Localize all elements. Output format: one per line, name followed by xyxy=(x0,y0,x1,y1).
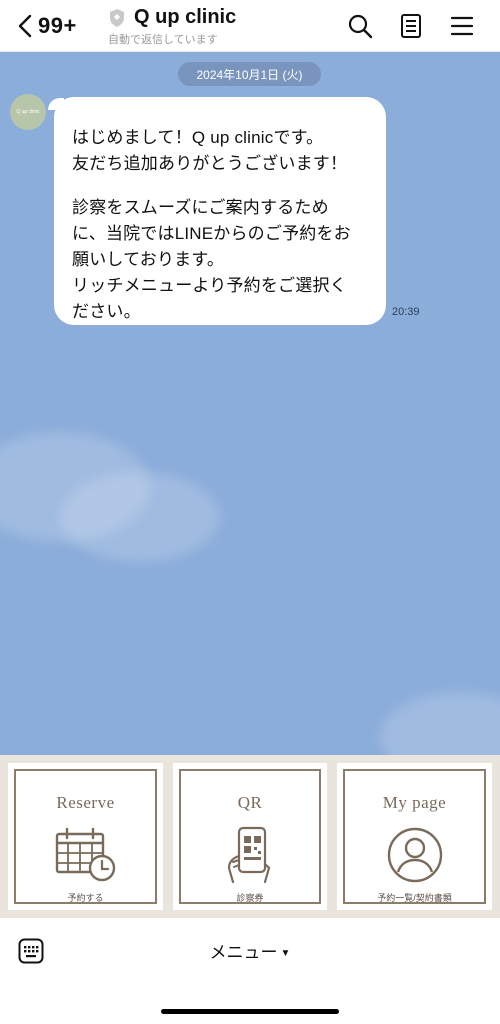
auto-reply-status: 自動で返信しています xyxy=(108,34,218,46)
mypage-button[interactable]: My page 予約一覧/契約書類 xyxy=(337,763,492,910)
message-line: ださい。 xyxy=(72,302,141,321)
message-line: 願いしております。 xyxy=(72,250,225,269)
message-line: リッチメニューより予約をご選択く xyxy=(72,276,347,295)
message-line: はじめまして！Q up clinicです。 xyxy=(72,128,324,147)
user-circle-icon xyxy=(387,827,442,883)
reserve-title: Reserve xyxy=(56,793,115,812)
search-icon xyxy=(348,14,373,39)
menu-toggle-label: メニュー xyxy=(209,943,278,962)
message-line: に、当院ではLINEからのご予約をお xyxy=(72,224,351,243)
avatar-label: Q up clinic xyxy=(16,109,40,115)
chat-area[interactable]: 2024年10月1日 (火) Q up clinic はじめまして！Q up c… xyxy=(0,52,500,755)
reserve-frame: Reserve 予約する xyxy=(14,769,157,904)
verified-shield-icon xyxy=(110,8,124,27)
message-line: 診察をスムーズにご案内するため xyxy=(72,198,329,217)
unread-count: 99+ xyxy=(38,13,77,38)
qr-button[interactable]: QR 診察券 xyxy=(173,763,327,910)
mypage-title: My page xyxy=(382,793,447,812)
qr-title: QR xyxy=(237,793,263,812)
menu-button[interactable] xyxy=(448,12,476,40)
home-indicator[interactable] xyxy=(161,1009,339,1014)
avatar[interactable]: Q up clinic xyxy=(10,94,46,130)
chat-title: Q up clinic xyxy=(134,6,237,28)
mypage-frame: My page 予約一覧/契約書類 xyxy=(343,769,486,904)
background-cloud xyxy=(380,692,500,755)
search-button[interactable] xyxy=(346,12,374,40)
rich-menu: Reserve 予約する QR 診察券 My page 予約一覧/契約書類 xyxy=(0,755,500,918)
menu-toggle-button[interactable]: メニュー ▼ xyxy=(0,938,500,963)
reserve-button[interactable]: Reserve 予約する xyxy=(8,763,163,910)
chat-header: 99+ Q up clinic 自動で返信しています xyxy=(0,0,500,52)
date-separator: 2024年10月1日 (火) xyxy=(178,62,321,86)
calendar-clock-icon xyxy=(55,827,115,882)
chevron-left-icon xyxy=(18,14,32,38)
qr-frame: QR 診察券 xyxy=(179,769,321,904)
reserve-subtitle: 予約する xyxy=(67,893,104,903)
hamburger-menu-icon xyxy=(450,16,474,36)
message-bubble[interactable]: はじめまして！Q up clinicです。 友だち追加ありがとうございます！ 診… xyxy=(54,97,386,325)
triangle-down-icon: ▼ xyxy=(280,948,291,960)
notes-button[interactable] xyxy=(397,12,425,40)
qr-subtitle: 診察券 xyxy=(236,893,264,903)
phone-qr-icon xyxy=(227,826,271,884)
bottom-bar: メニュー ▼ xyxy=(0,918,500,1024)
message-timestamp: 20:39 xyxy=(392,306,420,318)
back-button[interactable]: 99+ xyxy=(18,10,77,42)
chat-title-area[interactable]: Q up clinic 自動で返信しています xyxy=(108,6,236,47)
message-line: 友だち追加ありがとうございます！ xyxy=(72,154,348,173)
notes-icon xyxy=(401,14,421,38)
mypage-subtitle: 予約一覧/契約書類 xyxy=(377,893,452,903)
background-cloud xyxy=(60,472,220,562)
